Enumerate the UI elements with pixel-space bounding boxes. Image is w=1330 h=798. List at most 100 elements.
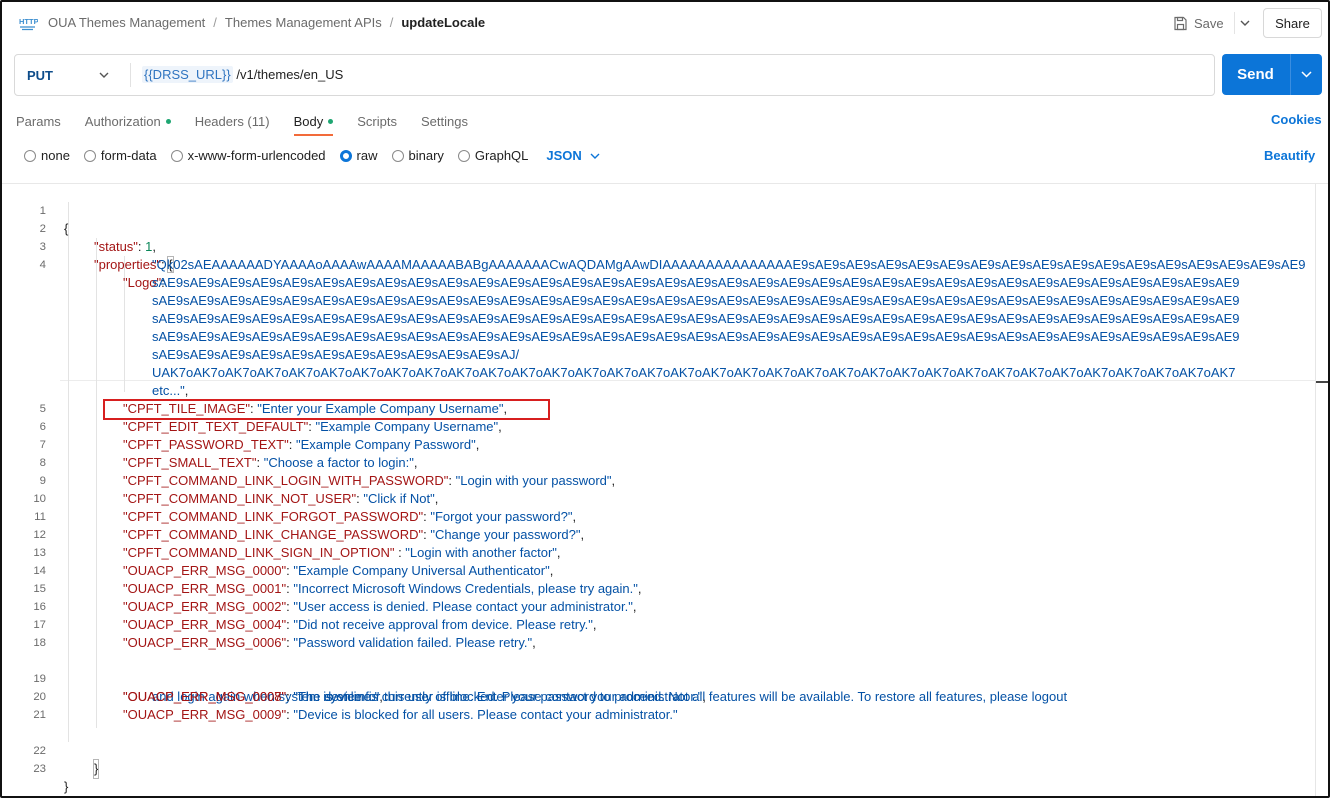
editor-scroll-marker [1316,381,1328,383]
json-key: "CPFT_EDIT_TEXT_DEFAULT" [123,419,309,434]
json-key: "status" [94,239,138,254]
line-number: 12 [33,529,46,541]
json-string: "Example Company Username" [315,419,499,434]
json-punctuation: , [475,437,480,452]
code-line: 22 } [2,724,100,779]
beautify-link[interactable]: Beautify [1264,148,1315,163]
body-type-none[interactable]: none [24,148,70,163]
json-string: sAE9sAE9sAE9sAE9sAE9sAE9sAE9sAE9sAE9sAE9… [152,311,1240,326]
line-number: 23 [33,763,46,775]
save-options-button[interactable] [1234,12,1252,34]
editor-scrollbar-track[interactable] [1315,184,1316,796]
breadcrumb-request[interactable]: updateLocale [401,15,485,30]
body-type-graphql[interactable]: GraphQL [457,148,528,163]
chevron-down-icon [590,153,600,159]
tab-headers[interactable]: Headers (11) [195,110,270,132]
highlight-annotation-box [103,399,550,420]
http-method-select[interactable]: PUT [27,68,53,83]
line-number: 11 [34,511,46,523]
json-punctuation: , [702,689,706,704]
body-type-binary[interactable]: binary [391,148,444,163]
tab-settings[interactable]: Settings [421,110,468,132]
cookies-link[interactable]: Cookies [1271,112,1322,127]
save-label: Save [1194,15,1224,31]
radio-button[interactable] [83,149,96,162]
radio-button[interactable] [391,149,404,162]
json-key: "OUACP_ERR_MSG_0000" [123,563,287,578]
json-string: "Choose a factor to login:" [263,455,414,470]
radio-button-selected[interactable] [339,149,352,162]
line-number: 8 [39,457,46,469]
url-divider [130,63,131,87]
json-string: "Qk02sAEAAAAAADYAAAAoAAAAwAAAAMAAAAABABg… [152,257,1306,272]
radio-button[interactable] [24,149,36,162]
json-string: UAK7oAK7oAK7oAK7oAK7oAK7oAK7oAK7oAK7oAK7… [152,365,1236,380]
json-punctuation: : [448,473,456,488]
tab-label: Params [16,113,61,129]
line-number: 16 [33,601,46,613]
editor-divider [2,183,1328,184]
json-key: "properties" [94,257,162,272]
json-string: "Login with your password" [455,473,612,488]
chevron-down-icon[interactable] [99,68,109,82]
body-format-label: JSON [546,148,582,163]
tab-authorization[interactable]: Authorization [85,110,171,132]
json-punctuation: , [611,473,616,488]
tab-params[interactable]: Params [16,110,61,132]
tab-body[interactable]: Body [293,110,334,136]
tab-label: Authorization [84,113,161,129]
line-number: 5 [39,403,46,415]
radio-button[interactable] [170,149,183,162]
body-type-raw[interactable]: raw [339,148,378,163]
json-key: "CPFT_COMMAND_LINK_FORGOT_PASSWORD" [123,509,424,524]
save-button[interactable]: Save [1173,12,1224,34]
json-string: "Did not receive approval from device. P… [293,617,593,632]
json-key: "CPFT_PASSWORD_TEXT" [123,437,289,452]
breadcrumb-collection[interactable]: OUA Themes Management [48,15,205,30]
json-string: "Example Company Universal Authenticator… [293,563,550,578]
body-type-urlencoded[interactable]: x-www-form-urlencoded [170,148,326,163]
url-variable[interactable]: {{DRSS_URL}} [142,66,233,83]
code-line: 23 } [2,742,68,794]
line-number: 15 [33,583,46,595]
json-string: etc..." [152,383,185,398]
radio-label: binary [408,148,444,163]
json-string: "Password validation failed. Please retr… [293,635,533,650]
code-token: { [64,221,69,236]
json-punctuation: , [413,455,418,470]
breadcrumb-folder[interactable]: Themes Management APIs [225,15,382,30]
app-window: HTTP OUA Themes Management / Themes Mana… [0,0,1330,798]
tab-scripts[interactable]: Scripts [357,110,397,132]
send-button-group: Send [1222,54,1322,95]
json-string: sAE9sAE9sAE9sAE9sAE9sAE9sAE9sAE9sAE9sAE9… [152,293,1240,308]
json-punctuation: , [556,545,561,560]
json-punctuation: : [394,545,406,560]
status-dot [328,118,334,124]
body-format-select[interactable]: JSON [546,148,600,163]
tab-label: Body [293,113,324,129]
body-type-form-data[interactable]: form-data [83,148,157,163]
share-button[interactable]: Share [1263,8,1322,38]
json-string: sAE9sAE9sAE9sAE9sAE9sAE9sAE9sAE9sAE9sAE9… [152,275,1240,290]
code-line: 19 "OUACP_ERR_MSG_0007": "The system is … [2,652,1067,704]
json-key: "OUACP_ERR_MSG_0002" [123,599,287,614]
status-dot [165,118,171,124]
json-punctuation: : [256,455,264,470]
send-button[interactable]: Send [1222,54,1289,95]
radio-button[interactable] [457,149,470,162]
breadcrumb-separator: / [389,15,394,30]
send-options-button[interactable] [1291,54,1322,95]
json-string: sAE9sAE9sAE9sAE9sAE9sAE9sAE9sAE9sAE9sAE9… [152,347,520,362]
body-type-selector: none form-data x-www-form-urlencoded raw… [24,148,600,163]
json-punctuation: , [549,563,554,578]
radio-label: x-www-form-urlencoded [187,148,326,163]
svg-text:HTTP: HTTP [19,17,38,26]
url-input[interactable]: {{DRSS_URL}} /v1/themes/en_US [142,66,343,83]
json-string: "Example Company Password" [295,437,476,452]
line-number: 18 [33,637,46,649]
json-key: "OUACP_ERR_MSG_0009" [123,707,287,722]
request-tabs: Params Authorization Headers (11) Body S… [16,110,492,136]
http-request-icon: HTTP [19,17,38,31]
json-key: "CPFT_COMMAND_LINK_CHANGE_PASSWORD" [123,527,424,542]
indent-guide [68,202,69,742]
